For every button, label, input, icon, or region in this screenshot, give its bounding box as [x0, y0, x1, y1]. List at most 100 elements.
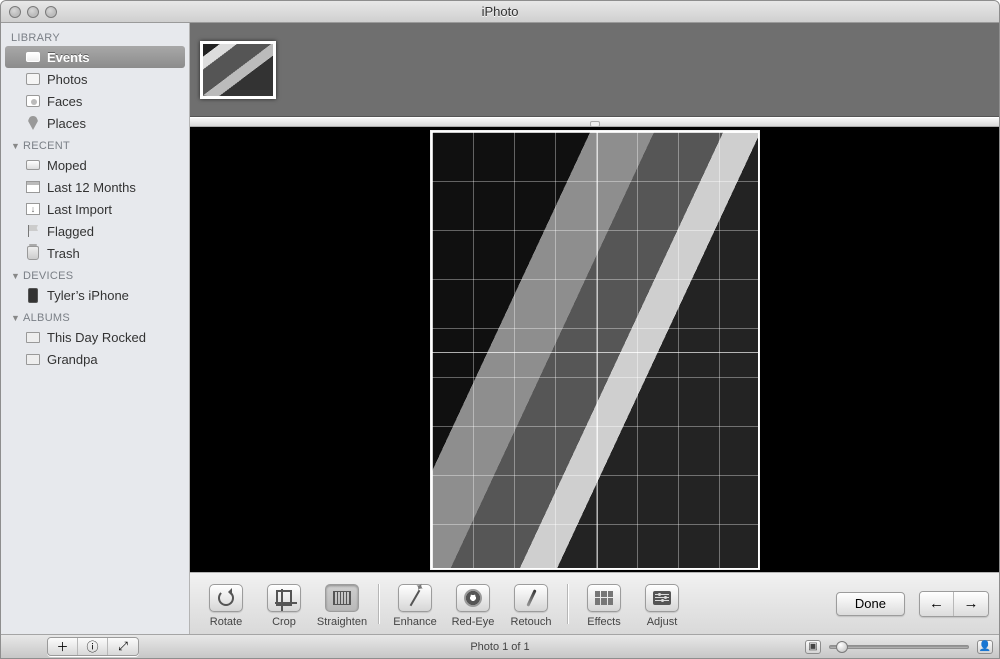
photo-image	[430, 130, 760, 570]
crop-icon	[276, 590, 292, 606]
edit-toolbar: Rotate Crop Straighten Enhance	[190, 572, 999, 634]
arrow-right-icon: →	[964, 595, 979, 612]
effects-button[interactable]: Effects	[578, 580, 630, 628]
thumbnail[interactable]	[200, 41, 276, 99]
zoom-slider-knob[interactable]	[836, 641, 848, 653]
tag-faces-button[interactable]: 👤	[977, 640, 993, 654]
iphone-icon	[25, 287, 41, 303]
sidebar-item-last-import[interactable]: ↓ Last Import	[5, 198, 185, 220]
sidebar-item-this-day-rocked[interactable]: This Day Rocked	[5, 326, 185, 348]
status-bar: ＋ ⓘ ⤢ Photo 1 of 1 ▣ 👤	[1, 634, 999, 658]
button-label: Crop	[272, 616, 296, 628]
enhance-button[interactable]: Enhance	[389, 580, 441, 628]
sidebar-item-label: Places	[47, 116, 86, 131]
wand-icon	[410, 589, 421, 606]
sidebar-section-albums-header[interactable]: ▼ ALBUMS	[1, 306, 189, 326]
info-button[interactable]: ⓘ	[78, 638, 108, 655]
sidebar-item-label: Moped	[47, 158, 87, 173]
trash-icon	[25, 245, 41, 261]
sidebar-item-trash[interactable]: Trash	[5, 242, 185, 264]
button-label: Red-Eye	[452, 616, 495, 628]
button-label: Retouch	[511, 616, 552, 628]
sidebar-item-tylers-iphone[interactable]: Tyler’s iPhone	[5, 284, 185, 306]
disclosure-triangle-icon: ▼	[11, 313, 21, 323]
sidebar-item-label: Tyler’s iPhone	[47, 288, 129, 303]
plus-icon: ＋	[56, 638, 68, 655]
app-window: iPhoto LIBRARY Events Photos Faces Place…	[0, 0, 1000, 659]
straighten-icon	[333, 591, 351, 605]
close-window-icon[interactable]	[9, 6, 21, 18]
toolbar-separator	[567, 584, 568, 624]
sidebar-item-label: Faces	[47, 94, 82, 109]
crop-button[interactable]: Crop	[258, 580, 310, 628]
rotate-icon	[218, 590, 234, 606]
slideshow-icon: ▣	[808, 641, 817, 652]
sidebar-item-places[interactable]: Places	[5, 112, 185, 134]
straighten-button[interactable]: Straighten	[316, 580, 368, 628]
disclosure-triangle-icon: ▼	[11, 141, 21, 151]
sidebar-item-label: Flagged	[47, 224, 94, 239]
retouch-icon	[526, 589, 536, 607]
main-area: Rotate Crop Straighten Enhance	[190, 23, 999, 634]
add-button[interactable]: ＋	[48, 638, 78, 655]
sidebar-item-faces[interactable]: Faces	[5, 90, 185, 112]
photo-nav-buttons: ← →	[919, 591, 989, 617]
events-icon	[25, 49, 41, 65]
disclosure-triangle-icon: ▼	[11, 271, 21, 281]
adjust-icon	[653, 591, 671, 605]
redeye-button[interactable]: Red-Eye	[447, 580, 499, 628]
retouch-button[interactable]: Retouch	[505, 580, 557, 628]
next-photo-button[interactable]: →	[954, 592, 988, 616]
sidebar-item-flagged[interactable]: Flagged	[5, 220, 185, 242]
window-body: LIBRARY Events Photos Faces Places ▼ REC…	[1, 23, 999, 634]
redeye-icon	[464, 589, 482, 607]
sidebar-item-events[interactable]: Events	[5, 46, 185, 68]
sidebar-item-label: This Day Rocked	[47, 330, 146, 345]
straighten-grid-overlay	[431, 131, 759, 569]
last-import-icon: ↓	[25, 201, 41, 217]
sidebar-item-last-12-months[interactable]: Last 12 Months	[5, 176, 185, 198]
sidebar-item-moped[interactable]: Moped	[5, 154, 185, 176]
sidebar-item-photos[interactable]: Photos	[5, 68, 185, 90]
sidebar: LIBRARY Events Photos Faces Places ▼ REC…	[1, 23, 190, 634]
sidebar-item-grandpa[interactable]: Grandpa	[5, 348, 185, 370]
done-button[interactable]: Done	[836, 592, 905, 616]
sidebar-section-devices-header[interactable]: ▼ DEVICES	[1, 264, 189, 284]
calendar-icon	[25, 179, 41, 195]
fullscreen-button[interactable]: ⤢	[108, 638, 138, 655]
button-label: Rotate	[210, 616, 242, 628]
faces-icon	[25, 93, 41, 109]
sidebar-section-recent-header[interactable]: ▼ RECENT	[1, 134, 189, 154]
album-icon	[25, 351, 41, 367]
window-title: iPhoto	[1, 4, 999, 19]
sidebar-item-label: Events	[47, 50, 90, 65]
previous-photo-button[interactable]: ←	[920, 592, 954, 616]
flag-icon	[25, 223, 41, 239]
status-text: Photo 1 of 1	[470, 641, 529, 653]
zoom-window-icon[interactable]	[45, 6, 57, 18]
person-icon: 👤	[979, 641, 991, 652]
fullscreen-icon: ⤢	[118, 639, 128, 654]
titlebar: iPhoto	[1, 1, 999, 23]
photos-icon	[25, 71, 41, 87]
filmstrip-resize-handle[interactable]	[190, 117, 999, 127]
effects-icon	[595, 591, 613, 605]
sidebar-item-label: Last 12 Months	[47, 180, 136, 195]
bottom-left-tools: ＋ ⓘ ⤢	[47, 637, 139, 656]
zoom-slider[interactable]	[829, 645, 969, 649]
window-controls	[9, 6, 57, 18]
info-icon: ⓘ	[86, 638, 98, 655]
photo-viewport[interactable]	[190, 127, 999, 572]
slideshow-button[interactable]: ▣	[805, 640, 821, 654]
minimize-window-icon[interactable]	[27, 6, 39, 18]
event-icon	[25, 157, 41, 173]
filmstrip	[190, 23, 999, 117]
sidebar-item-label: Last Import	[47, 202, 112, 217]
button-label: Straighten	[317, 616, 367, 628]
album-icon	[25, 329, 41, 345]
rotate-button[interactable]: Rotate	[200, 580, 252, 628]
adjust-button[interactable]: Adjust	[636, 580, 688, 628]
places-icon	[25, 115, 41, 131]
sidebar-item-label: Grandpa	[47, 352, 98, 367]
button-label: Enhance	[393, 616, 436, 628]
